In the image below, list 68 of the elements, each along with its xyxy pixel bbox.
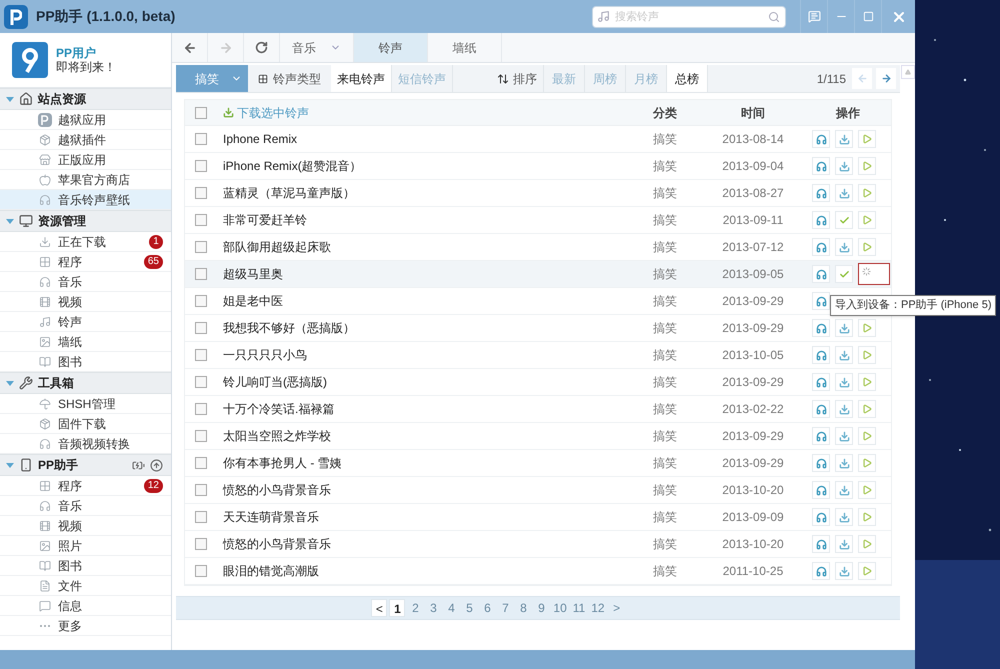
category-cell-text: 搞笑 [652, 455, 678, 472]
date-cell-text: 2013-10-20 [721, 536, 785, 553]
song-name: 愤怒的小鸟背景音乐 [222, 536, 332, 553]
page-indicator: 1/115 [816, 70, 847, 88]
category-cell-text: 搞笑 [652, 158, 678, 175]
type-label: 铃声类型 [273, 70, 321, 88]
section-title: 工具箱 [38, 375, 75, 392]
date-cell-text: 2013-09-29 [721, 374, 785, 391]
category-cell-text: 搞笑 [652, 482, 678, 499]
song-name: 铃儿响叮当(恶搞版) [222, 374, 328, 391]
song-name: 天天连萌背景音乐 [222, 509, 320, 526]
date-cell-text: 2013-07-12 [721, 239, 785, 256]
date-cell-text: 2013-09-29 [721, 428, 785, 445]
user-name: PP用户 [56, 46, 98, 60]
section-title: 站点资源 [38, 91, 87, 108]
date-cell-text: 2013-09-29 [721, 293, 785, 310]
category-cell-text: 搞笑 [652, 536, 678, 553]
sort-label: 排序 [512, 70, 537, 88]
category-cell-text: 搞笑 [652, 509, 678, 526]
song-name: 十万个冷笑话.福禄篇 [222, 401, 336, 418]
category-cell-text: 搞笑 [652, 293, 678, 310]
date-cell-text: 2013-09-05 [721, 266, 785, 283]
category-cell-text: 搞笑 [652, 212, 678, 229]
song-name: iPhone Remix(超赞混音） [222, 158, 363, 175]
date-cell-text: 2013-02-22 [721, 401, 785, 418]
song-name: 部队御用超级起床歌 [222, 239, 332, 256]
user-status: 即将到来！ [56, 60, 116, 74]
song-name: 超级马里奥 [222, 266, 284, 283]
song-name: 非常可爱赶羊铃 [222, 212, 308, 229]
song-name: 我想我不够好（恶搞版） [222, 320, 356, 337]
date-cell-text: 2013-10-05 [721, 347, 785, 364]
category-cell-text: 搞笑 [652, 131, 678, 148]
column-header: 分类 [652, 104, 678, 122]
category-cell-text: 搞笑 [652, 563, 678, 580]
song-name: 一只只只只小鸟 [222, 347, 308, 364]
song-name: 眼泪的错觉高潮版 [222, 563, 320, 580]
category-cell-text: 搞笑 [652, 239, 678, 256]
tooltip: 导入到设备：PP助手 (iPhone 5) [830, 295, 996, 316]
section-title: 资源管理 [38, 213, 87, 230]
category-cell-text: 搞笑 [652, 185, 678, 202]
song-name: 你有本事抢男人 - 雪姨 [222, 455, 343, 472]
column-header: 操作 [834, 104, 861, 122]
date-cell-text: 2013-09-09 [721, 509, 785, 526]
date-cell-text: 2011-10-25 [722, 563, 784, 580]
date-cell-text: 2013-09-04 [721, 158, 785, 175]
count-badge: 1 [149, 234, 163, 248]
song-name: 太阳当空照之炸学校 [222, 428, 332, 445]
column-header: 时间 [740, 104, 766, 122]
song-name: 姐是老中医 [222, 293, 284, 310]
song-name: Iphone Remix [222, 131, 298, 148]
date-cell-text: 2013-08-27 [721, 185, 785, 202]
date-cell-text: 2013-10-20 [721, 482, 785, 499]
category-cell-text: 搞笑 [652, 374, 678, 391]
count-badge: 65 [144, 254, 163, 268]
count-badge: 12 [144, 478, 163, 492]
section-title: PP助手 [38, 457, 80, 474]
date-cell-text: 2013-09-29 [721, 320, 785, 337]
category-cell-text: 搞笑 [652, 347, 678, 364]
category-cell-text: 搞笑 [652, 320, 678, 337]
date-cell-text: 2013-09-11 [722, 212, 784, 229]
song-name: 蓝精灵（草泥马童声版） [222, 185, 356, 202]
category-cell-text: 搞笑 [652, 266, 678, 283]
date-cell-text: 2013-09-29 [721, 455, 785, 472]
category-cell-text: 搞笑 [652, 428, 678, 445]
song-name: 愤怒的小鸟背景音乐 [222, 482, 332, 499]
date-cell-text: 2013-08-14 [721, 131, 785, 148]
window-title: PP助手 (1.1.0.0, beta) [36, 7, 176, 26]
category-cell-text: 搞笑 [652, 401, 678, 418]
